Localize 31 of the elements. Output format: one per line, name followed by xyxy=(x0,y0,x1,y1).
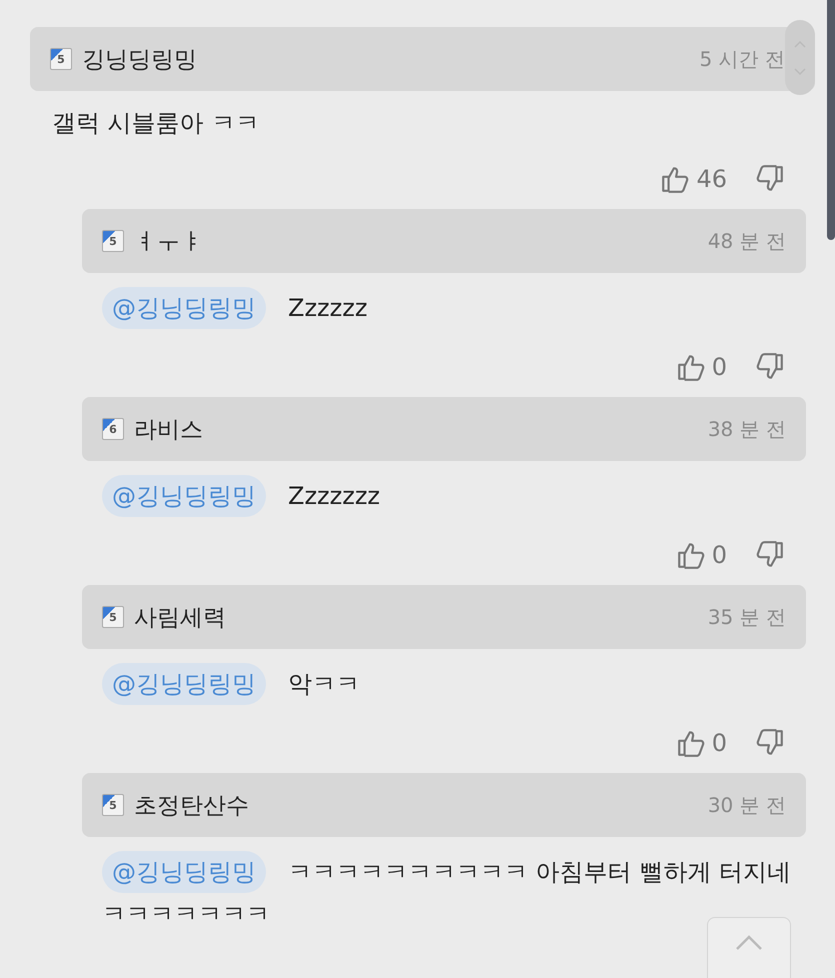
timestamp: 38 분 전 xyxy=(708,416,786,442)
reply-text: Zzzzzzz xyxy=(288,481,380,512)
reply-text: ㅋㅋㅋㅋㅋㅋㅋ xyxy=(101,899,271,930)
level-badge: 6 xyxy=(102,418,124,440)
scrollbar[interactable] xyxy=(827,0,835,240)
chevron-up-icon xyxy=(734,934,764,952)
timestamp: 30 분 전 xyxy=(708,792,786,818)
reply-text: 악ㅋㅋ xyxy=(288,669,360,700)
timestamp: 35 분 전 xyxy=(708,604,786,630)
comment-text: 갤럭 시블룸아 ㅋㅋ xyxy=(51,108,260,139)
timestamp: 48 분 전 xyxy=(708,228,786,254)
like-count: 0 xyxy=(712,541,727,569)
timestamp: 5 시간 전 xyxy=(700,46,785,72)
level-badge: 5 xyxy=(102,230,124,252)
author-name: 사림세력 xyxy=(134,604,226,632)
like-count: 0 xyxy=(712,729,727,757)
reply-text: ㅋㅋㅋㅋㅋㅋㅋㅋㅋㅋ 아침부터 뻘하게 터지네 xyxy=(288,857,791,888)
author-name: ㅕㅜㅑ xyxy=(134,228,203,256)
level-badge: 5 xyxy=(50,48,72,70)
level-badge: 5 xyxy=(102,606,124,628)
author-name: 라비스 xyxy=(134,416,203,444)
author-name: 초정탄산수 xyxy=(134,792,249,820)
like-count: 46 xyxy=(696,165,727,193)
mention-tag[interactable]: @깅닝딩링밍 xyxy=(102,287,266,329)
mention-tag[interactable]: @깅닝딩링밍 xyxy=(102,851,266,893)
mention-tag[interactable]: @깅닝딩링밍 xyxy=(102,475,266,517)
level-badge: 5 xyxy=(102,794,124,816)
mention-tag[interactable]: @깅닝딩링밍 xyxy=(102,663,266,705)
like-count: 0 xyxy=(712,353,727,381)
reply-text: Zzzzzz xyxy=(288,293,368,324)
author-name: 깅닝딩링밍 xyxy=(82,46,197,74)
